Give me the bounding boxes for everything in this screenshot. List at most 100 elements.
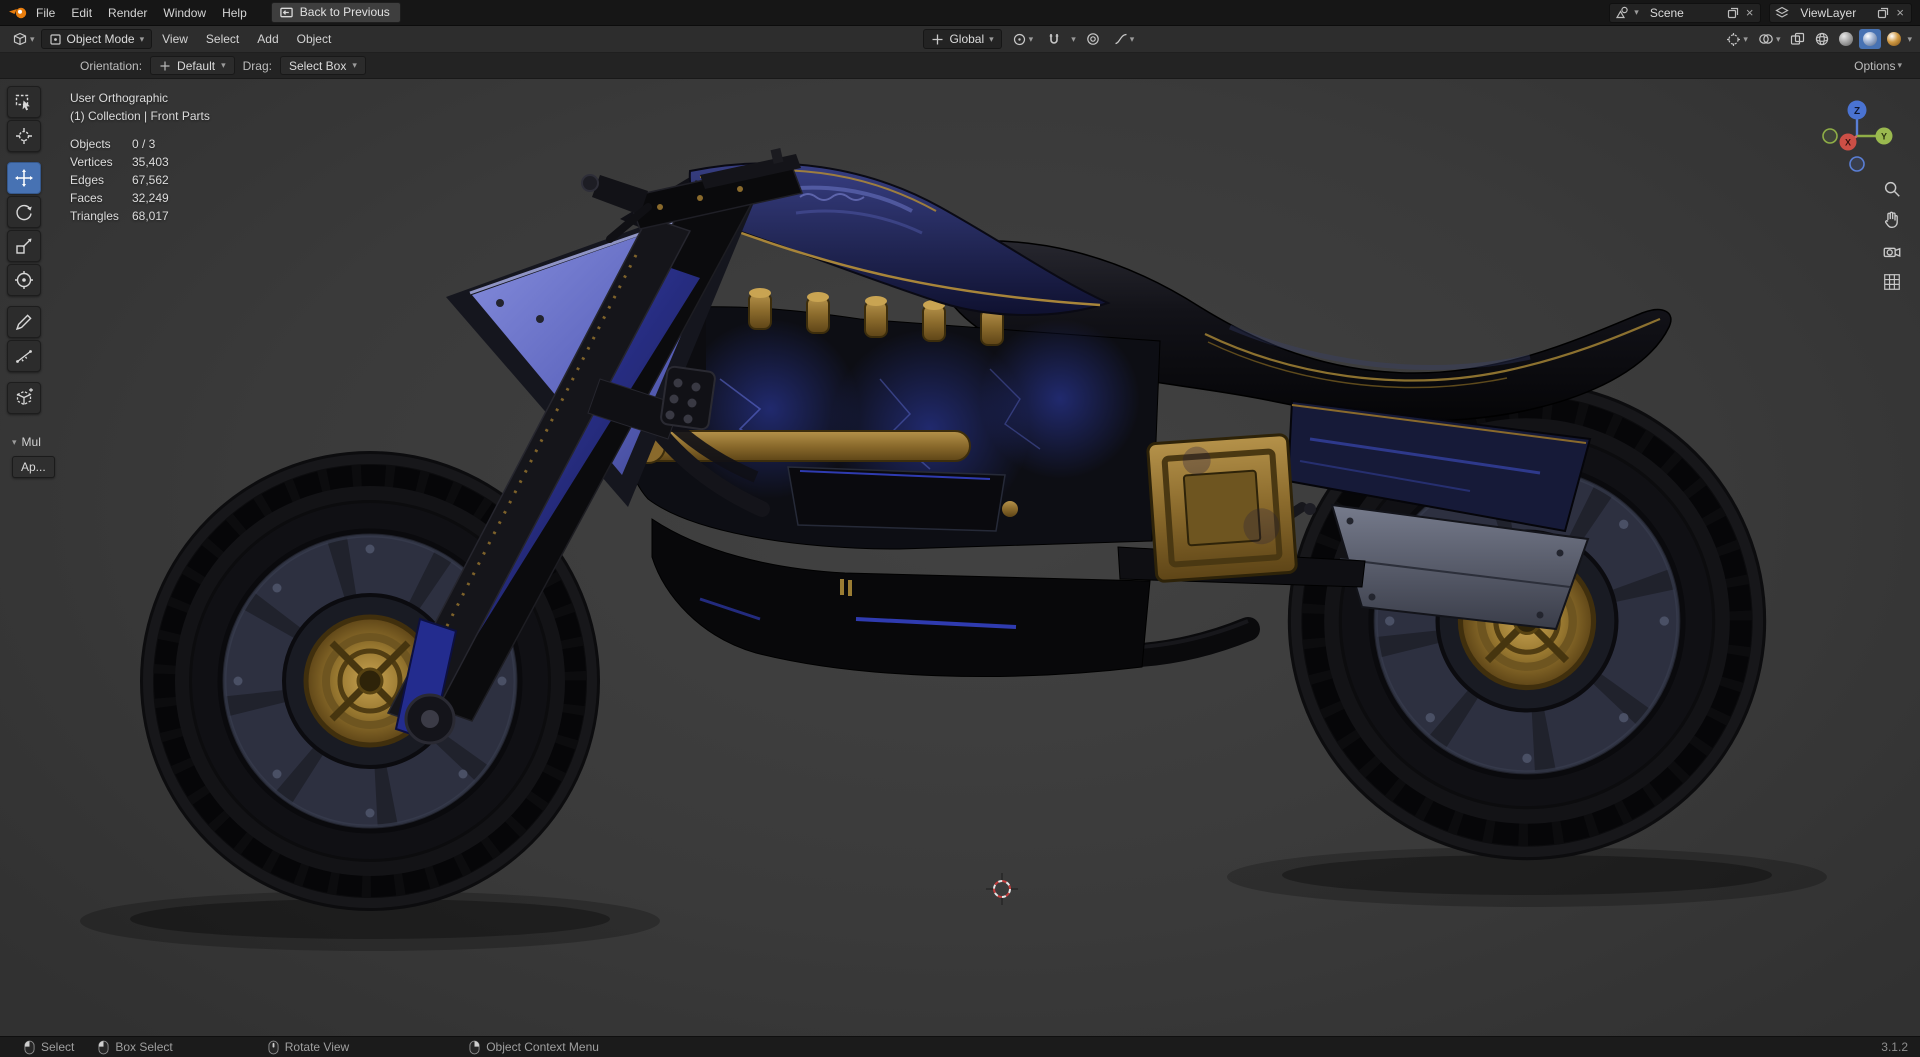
gizmo-axis-z[interactable]: Z — [1847, 100, 1867, 120]
proportional-edit-button[interactable] — [1082, 30, 1104, 48]
operator-panel-header[interactable]: ▾ Mul — [12, 435, 55, 449]
tool-select-box[interactable] — [7, 86, 41, 118]
snap-toggle-button[interactable] — [1043, 30, 1065, 49]
viewlayer-selector[interactable]: ViewLayer × — [1769, 2, 1912, 23]
show-gizmo-button[interactable]: ▾ — [1722, 30, 1752, 49]
menu-window[interactable]: Window — [155, 3, 214, 23]
pivot-point-button[interactable]: ▾ — [1008, 30, 1038, 49]
orientation-setting-label: Orientation: — [80, 58, 143, 73]
menu-render[interactable]: Render — [100, 3, 155, 23]
orientation-select[interactable]: Default ▾ — [150, 56, 235, 75]
annotate-tool-icon — [15, 314, 32, 331]
drag-select[interactable]: Select Box ▾ — [279, 56, 366, 75]
snap-settings-chevron[interactable]: ▾ — [1071, 34, 1076, 44]
remove-viewlayer-button[interactable]: × — [1894, 5, 1906, 20]
shading-solid-button[interactable] — [1835, 29, 1857, 49]
transform-tool-icon — [15, 271, 33, 289]
overlays-button[interactable]: ▾ — [1754, 30, 1785, 48]
new-viewlayer-icon[interactable] — [1877, 7, 1889, 19]
object-mode-icon — [49, 33, 61, 45]
left-mouse-drag-icon — [98, 1040, 109, 1054]
apply-button[interactable]: Ap... — [12, 456, 55, 478]
unlink-scene-button[interactable]: × — [1744, 5, 1756, 20]
options-button[interactable]: Options ▾ — [1850, 57, 1906, 75]
navigation-gizmo[interactable]: Z X Y — [1812, 91, 1902, 181]
shading-wireframe-button[interactable] — [1811, 29, 1833, 49]
menu-select[interactable]: Select — [198, 29, 247, 49]
scene-name-field[interactable]: Scene — [1644, 6, 1722, 20]
drag-setting-label: Drag: — [242, 58, 272, 73]
scene-browse-chevron[interactable]: ▾ — [1634, 8, 1639, 17]
status-bar: Select Box Select Rotate View Object Con… — [0, 1036, 1920, 1057]
back-to-previous-button[interactable]: Back to Previous — [270, 2, 401, 23]
tool-rotate[interactable] — [7, 196, 41, 228]
orientation-label: Global — [949, 32, 985, 46]
editor-type-chevron: ▾ — [30, 33, 35, 44]
select-box-icon — [15, 94, 30, 111]
menu-add[interactable]: Add — [249, 29, 286, 49]
svg-text:Y: Y — [1881, 132, 1887, 142]
stat-value: 68,017 — [132, 209, 169, 223]
tool-measure[interactable] — [7, 340, 41, 372]
stat-label: Edges — [70, 173, 105, 187]
pan-button[interactable] — [1880, 208, 1904, 232]
svg-text:Z: Z — [1854, 106, 1860, 117]
scale-tool-icon — [16, 238, 32, 254]
viewport-editor-icon — [13, 32, 27, 46]
shading-chevron[interactable]: ▾ — [1907, 34, 1912, 44]
tool-group-gap — [7, 374, 41, 380]
zoom-button[interactable] — [1880, 177, 1904, 201]
scene-canvas[interactable] — [0, 79, 1920, 1036]
tool-scale[interactable] — [7, 230, 41, 262]
editor-type-button[interactable]: ▾ — [8, 29, 39, 49]
menu-file[interactable]: File — [28, 3, 63, 23]
gizmo-axis-neg-z[interactable] — [1849, 156, 1865, 172]
operator-panel-label: Mul — [21, 435, 41, 449]
back-button-label: Back to Previous — [299, 5, 390, 19]
new-scene-icon[interactable] — [1727, 7, 1739, 19]
shading-rendered-button[interactable] — [1883, 29, 1905, 49]
scene-icon — [1616, 6, 1628, 19]
tool-group-gap — [7, 298, 41, 304]
gizmo-axis-neg-y[interactable] — [1822, 128, 1838, 144]
viewport-3d[interactable]: User Orthographic (1) Collection | Front… — [0, 79, 1920, 1036]
pivot-chevron: ▾ — [1028, 33, 1034, 44]
tool-cursor[interactable] — [7, 120, 41, 152]
header-right: ▾ ▾ ▾ — [1722, 29, 1912, 49]
tool-move[interactable] — [7, 162, 41, 194]
tool-transform[interactable] — [7, 264, 41, 296]
tool-annotate[interactable] — [7, 306, 41, 338]
status-select-label: Select — [41, 1040, 75, 1054]
stat-row: Vertices 35,403 — [70, 153, 169, 171]
menu-view[interactable]: View — [154, 29, 196, 49]
magnet-icon — [1049, 33, 1059, 44]
status-rotate-view-label: Rotate View — [284, 1040, 350, 1054]
gizmo-axis-y[interactable]: Y — [1875, 127, 1893, 145]
cursor-3d[interactable] — [986, 873, 1018, 905]
solid-sphere-icon — [1839, 32, 1854, 46]
menu-edit[interactable]: Edit — [63, 3, 100, 23]
tool-add-cube[interactable] — [7, 382, 41, 414]
zoom-icon — [1884, 181, 1900, 197]
gizmo-chevron: ▾ — [1743, 33, 1748, 44]
header-left: ▾ Object Mode ▾ View Select Add Object — [8, 29, 339, 49]
shading-material-button[interactable] — [1859, 29, 1882, 49]
gizmo-axis-x[interactable]: X — [1839, 133, 1857, 151]
mode-dropdown[interactable]: Object Mode ▾ — [40, 29, 153, 49]
camera-view-button[interactable] — [1880, 239, 1904, 263]
menu-object[interactable]: Object — [289, 29, 340, 49]
transform-orientation-dropdown[interactable]: Global ▾ — [923, 29, 1002, 49]
scene-selector[interactable]: ▾ Scene × — [1609, 2, 1762, 23]
stat-row: Edges 67,562 — [70, 171, 169, 189]
toggle-perspective-button[interactable] — [1880, 270, 1904, 294]
viewlayer-name-field[interactable]: ViewLayer — [1794, 6, 1872, 20]
gizmo-toggle-icon — [1727, 32, 1741, 46]
mode-label: Object Mode — [66, 32, 135, 46]
blender-version: 3.1.2 — [1881, 1040, 1908, 1054]
panel-collapse-chevron: ▾ — [12, 436, 17, 447]
falloff-button[interactable]: ▾ — [1110, 30, 1139, 48]
right-mouse-icon — [469, 1040, 480, 1054]
camera-icon — [1883, 247, 1901, 258]
xray-toggle-button[interactable] — [1786, 30, 1809, 48]
menu-help[interactable]: Help — [214, 3, 255, 23]
